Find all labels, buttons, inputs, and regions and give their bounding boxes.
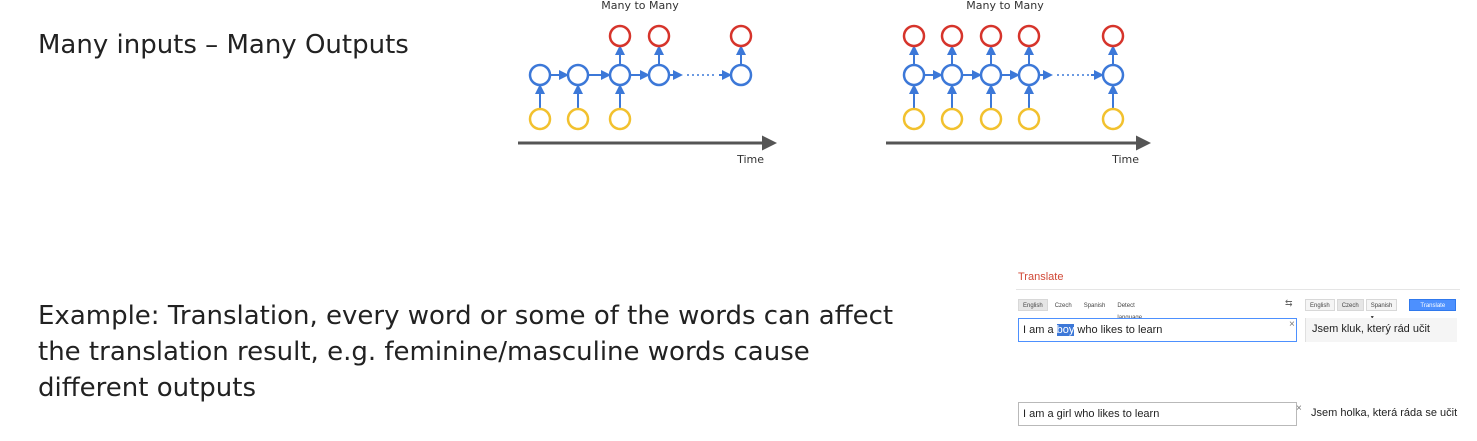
input-node <box>528 107 552 131</box>
hidden-node <box>902 63 926 87</box>
target-language-bar: English Czech Spanish ▾ Translate <box>1305 298 1457 321</box>
hidden-node <box>979 63 1003 87</box>
hidden-node <box>528 63 552 87</box>
translate-title: Translate <box>1018 271 1064 283</box>
rnn-diagram-left-svg: Many to Many Time <box>518 0 777 166</box>
target-lang-czech[interactable]: Czech <box>1336 299 1364 311</box>
input-node <box>940 107 964 131</box>
input-node <box>566 107 590 131</box>
target-lang-spanish[interactable]: Spanish ▾ <box>1365 299 1398 321</box>
output-node <box>608 24 632 48</box>
hidden-node <box>1101 63 1125 87</box>
output-node <box>647 24 671 48</box>
output-node <box>979 24 1003 48</box>
clear-input-icon[interactable]: × <box>1296 403 1302 414</box>
translate-button[interactable]: Translate <box>1409 299 1457 311</box>
swap-languages-icon[interactable]: ⇆ <box>1285 298 1293 309</box>
example-text: Example: Translation, every word or some… <box>38 301 894 403</box>
highlighted-word: boy <box>1056 324 1075 336</box>
output-node <box>902 24 926 48</box>
output-node <box>729 24 753 48</box>
divider <box>1016 289 1460 290</box>
hidden-node <box>566 63 590 87</box>
source-lang-czech[interactable]: Czech <box>1050 299 1077 311</box>
hidden-node <box>647 63 671 87</box>
target-lang-english[interactable]: English <box>1305 299 1335 311</box>
output-node <box>1017 24 1041 48</box>
source-text-input[interactable]: I am a girl who likes to learn <box>1018 402 1297 426</box>
source-lang-spanish[interactable]: Spanish <box>1079 299 1111 311</box>
translation-output: Jsem kluk, který rád učit <box>1305 318 1457 342</box>
input-node <box>979 107 1003 131</box>
slide-heading: Many inputs – Many Outputs <box>38 30 409 60</box>
hidden-node <box>729 63 753 87</box>
diagram-title: Many to Many <box>601 0 679 12</box>
input-node <box>608 107 632 131</box>
clear-input-icon[interactable]: × <box>1289 319 1295 330</box>
input-text-after: who likes to learn <box>1074 324 1163 336</box>
source-language-bar: English Czech Spanish Detect language ▾ <box>1018 298 1147 333</box>
input-node <box>1017 107 1041 131</box>
diagram-title: Many to Many <box>966 0 1044 12</box>
source-lang-detect[interactable]: Detect language ▾ <box>1112 299 1147 333</box>
hidden-node <box>1017 63 1041 87</box>
time-axis-label: Time <box>736 153 764 166</box>
input-node <box>902 107 926 131</box>
rnn-diagram-right: Many to Many Time <box>880 0 1160 179</box>
hidden-node <box>608 63 632 87</box>
output-node <box>1101 24 1125 48</box>
rnn-diagram-left: Many to Many Time <box>512 0 782 179</box>
time-axis-label: Time <box>1111 153 1139 166</box>
input-node <box>1101 107 1125 131</box>
source-text-input[interactable]: I am a boy who likes to learn <box>1018 318 1297 342</box>
source-lang-english[interactable]: English <box>1018 299 1048 311</box>
input-text-before: I am a <box>1023 324 1057 336</box>
output-node <box>940 24 964 48</box>
rnn-diagram-right-svg: Many to Many Time <box>886 0 1151 166</box>
hidden-node <box>940 63 964 87</box>
translation-output: Jsem holka, která ráda se učit <box>1305 402 1475 426</box>
